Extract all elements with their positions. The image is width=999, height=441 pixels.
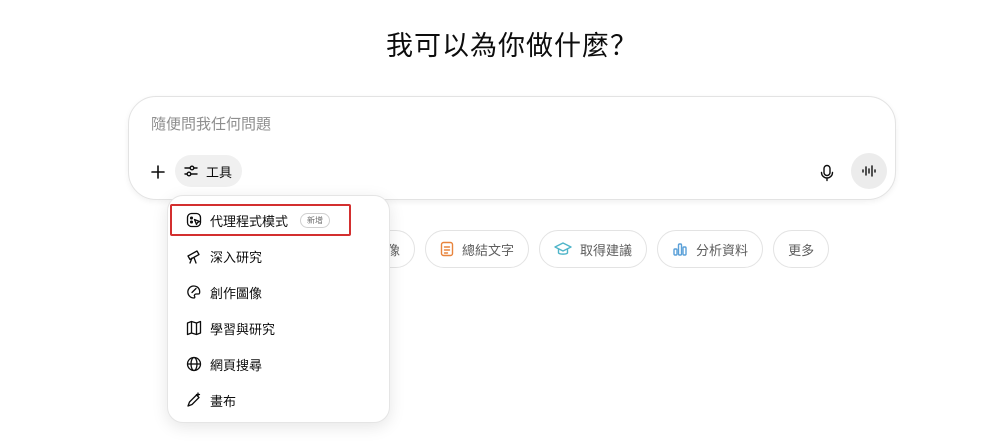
prompt-input[interactable] xyxy=(151,115,751,133)
telescope-icon xyxy=(186,248,202,264)
menu-item-study[interactable]: 學習與研究 xyxy=(176,312,381,344)
menu-item-create-image[interactable]: 創作圖像 xyxy=(176,276,381,308)
tools-button[interactable]: 工具 xyxy=(175,155,243,187)
palette-icon xyxy=(186,284,202,300)
menu-item-agent-mode[interactable]: 代理程式模式 新增 xyxy=(170,204,351,236)
bar-chart-icon xyxy=(672,241,688,257)
add-attachment-button[interactable] xyxy=(145,159,171,185)
menu-item-label: 創作圖像 xyxy=(210,286,263,302)
chip-summarize-text[interactable]: 總結文字 xyxy=(425,230,530,268)
sliders-icon xyxy=(183,163,199,179)
dictate-button[interactable] xyxy=(813,159,841,187)
new-badge: 新增 xyxy=(300,212,331,228)
tools-menu: 代理程式模式 新增 深入研究 創作圖像 學習與研究 網頁搜尋 畫布 xyxy=(167,195,390,423)
menu-item-web-search[interactable]: 網頁搜尋 xyxy=(176,348,381,380)
composer: 工具 xyxy=(128,96,896,200)
book-icon xyxy=(186,320,202,336)
menu-item-label: 畫布 xyxy=(210,394,237,410)
agent-icon xyxy=(186,212,202,228)
menu-item-label: 代理程式模式 xyxy=(210,214,289,230)
chip-analyze-data[interactable]: 分析資料 xyxy=(657,230,764,268)
menu-item-label: 學習與研究 xyxy=(210,322,276,338)
chip-label: 更多 xyxy=(788,243,815,259)
chip-label: 總結文字 xyxy=(462,243,515,259)
chat-home: 我可以為你做什麼？ 工具 xyxy=(0,0,999,441)
suggestion-chips: 像 總結文字 取得建議 分析資料 更多 xyxy=(340,230,830,268)
canvas-pen-icon xyxy=(186,392,202,408)
tools-label: 工具 xyxy=(206,165,233,181)
chip-get-advice[interactable]: 取得建議 xyxy=(539,230,648,268)
chip-label: 分析資料 xyxy=(696,243,749,259)
page-title: 我可以為你做什麼？ xyxy=(386,31,638,62)
chip-label: 取得建議 xyxy=(580,243,633,259)
microphone-icon xyxy=(819,164,835,182)
chip-more[interactable]: 更多 xyxy=(773,230,830,268)
document-icon xyxy=(440,241,454,257)
plus-icon xyxy=(150,164,166,180)
voice-mode-button[interactable] xyxy=(851,153,887,189)
menu-item-deep-research[interactable]: 深入研究 xyxy=(176,240,381,272)
menu-item-label: 深入研究 xyxy=(210,250,263,266)
waveform-icon xyxy=(861,163,877,179)
globe-icon xyxy=(186,356,202,372)
menu-item-canvas[interactable]: 畫布 xyxy=(176,384,381,416)
menu-item-label: 網頁搜尋 xyxy=(210,358,263,374)
graduation-cap-icon xyxy=(554,241,572,257)
